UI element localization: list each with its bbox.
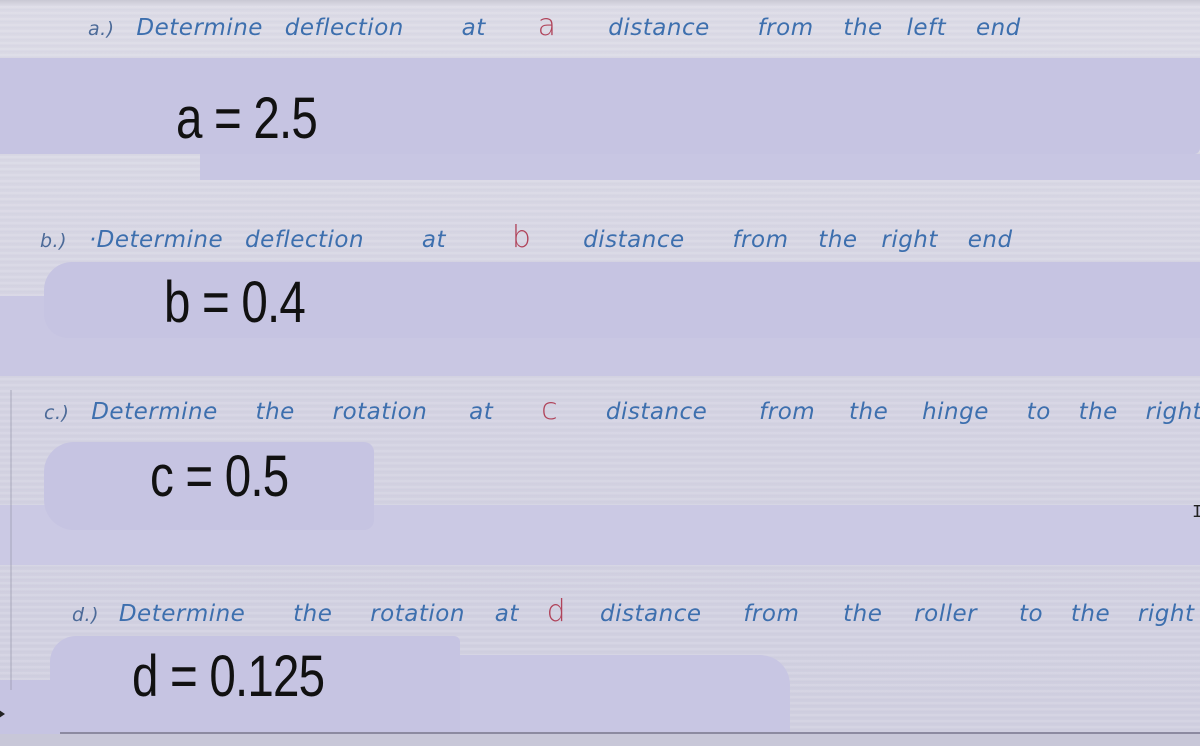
question-label: b.) xyxy=(40,230,68,252)
question-word: end xyxy=(975,15,1021,41)
question-word: the xyxy=(293,601,333,627)
question-word: roller xyxy=(914,601,978,627)
question-variable: b xyxy=(511,220,532,255)
question-word: Determine xyxy=(118,601,246,627)
question-word: at xyxy=(421,227,446,253)
margin-line xyxy=(10,390,12,690)
question-word: from xyxy=(732,227,789,253)
question-word: rotation xyxy=(370,601,465,627)
question-a: a.) Determine deflection at a distance f… xyxy=(88,8,1021,43)
question-label: a.) xyxy=(88,18,115,40)
question-word: the xyxy=(255,399,295,425)
question-word: right xyxy=(1137,601,1195,627)
question-word: deflection xyxy=(244,227,365,253)
question-label: c.) xyxy=(44,402,70,424)
question-word: distance xyxy=(600,601,702,627)
pointer-arrow-icon xyxy=(0,708,5,720)
question-word: ·Determine xyxy=(88,227,224,253)
question-word: the xyxy=(843,601,883,627)
question-word: the xyxy=(849,399,889,425)
answer-d: d = 0.125 xyxy=(132,644,325,709)
question-word: distance xyxy=(608,15,710,41)
question-word: to xyxy=(1018,601,1044,627)
answer-patch-d-extension-right xyxy=(460,655,790,734)
question-word: at xyxy=(494,601,519,627)
question-word: the xyxy=(818,227,858,253)
question-word: from xyxy=(743,601,800,627)
bottom-paper-strip xyxy=(0,734,1200,746)
question-word: deflection xyxy=(284,15,404,41)
question-label: d.) xyxy=(72,604,100,626)
question-b: b.) ·Determine deflection at b distance … xyxy=(40,220,1013,255)
question-word: from xyxy=(757,15,814,41)
question-word: from xyxy=(759,399,816,425)
question-word: the xyxy=(1070,601,1111,627)
question-word: the xyxy=(843,15,883,41)
answer-b: b = 0.4 xyxy=(164,270,306,335)
question-word: distance xyxy=(605,399,708,425)
question-word: hinge xyxy=(922,399,989,425)
question-variable: c xyxy=(541,392,559,427)
question-word: Determine xyxy=(136,15,263,41)
answer-patch-a-extension xyxy=(200,154,1200,180)
question-word: right xyxy=(1145,399,1200,425)
question-c: c.) Determine the rotation at c distance… xyxy=(44,392,1200,427)
question-word: distance xyxy=(583,227,685,253)
question-word: left xyxy=(906,15,947,41)
answer-c: c = 0.5 xyxy=(150,444,289,509)
question-variable: a xyxy=(537,8,557,43)
text-cursor-icon: I xyxy=(1192,503,1200,523)
question-word: the xyxy=(1078,399,1118,425)
answer-a: a = 2.5 xyxy=(176,86,318,151)
question-variable: d xyxy=(546,594,567,629)
question-word: at xyxy=(469,399,494,425)
question-word: at xyxy=(461,15,486,41)
question-word: right xyxy=(881,227,938,253)
paper-top-edge xyxy=(0,0,1200,6)
question-word: end xyxy=(967,227,1013,253)
question-word: rotation xyxy=(332,399,428,425)
question-word: Determine xyxy=(91,399,218,425)
question-word: to xyxy=(1026,399,1051,425)
question-d: d.) Determine the rotation at d distance… xyxy=(72,594,1194,629)
